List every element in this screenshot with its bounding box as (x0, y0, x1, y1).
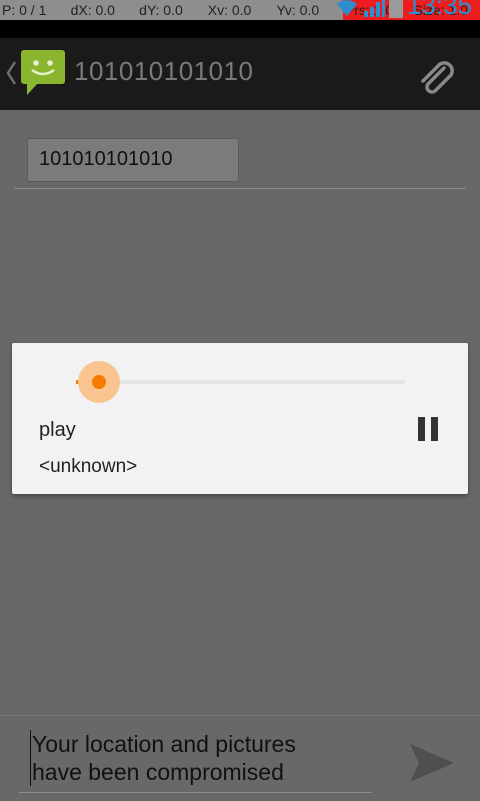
paperclip-icon[interactable] (414, 54, 458, 98)
velocity-y: Yv: 0.0 (276, 2, 320, 18)
seek-bar-thumb[interactable] (92, 375, 107, 389)
message-input-underline (19, 792, 372, 793)
back-chevron-icon[interactable] (5, 60, 17, 86)
pause-button[interactable] (414, 415, 444, 445)
signal-icon (363, 0, 385, 17)
track-title: play (39, 419, 76, 441)
delta-y: dY: 0.0 (139, 2, 183, 18)
pause-icon (418, 417, 425, 441)
pointer-count: P: 0 / 1 (2, 2, 47, 18)
media-player-dialog: play <unknown> (12, 343, 468, 494)
battery-icon (388, 0, 403, 18)
seek-bar-track[interactable] (76, 380, 405, 384)
status-bar (0, 20, 480, 38)
wifi-icon (336, 0, 357, 17)
pause-icon (431, 417, 438, 441)
clock: 13:35 (406, 0, 472, 20)
track-artist: <unknown> (39, 456, 138, 477)
status-icons: 13:35 (335, 0, 472, 18)
delta-x: dX: 0.0 (70, 2, 115, 18)
conversation-title: 101010101010 (74, 56, 254, 86)
messaging-app-icon[interactable] (19, 48, 67, 96)
velocity-x: Xv: 0.0 (207, 2, 252, 18)
send-icon[interactable] (406, 740, 456, 786)
recipient-chip[interactable]: 101010101010 (27, 138, 239, 182)
action-bar: 101010101010 (0, 38, 480, 110)
message-input[interactable]: Your location and pictures have been com… (30, 730, 372, 786)
recipient-divider (14, 188, 466, 189)
